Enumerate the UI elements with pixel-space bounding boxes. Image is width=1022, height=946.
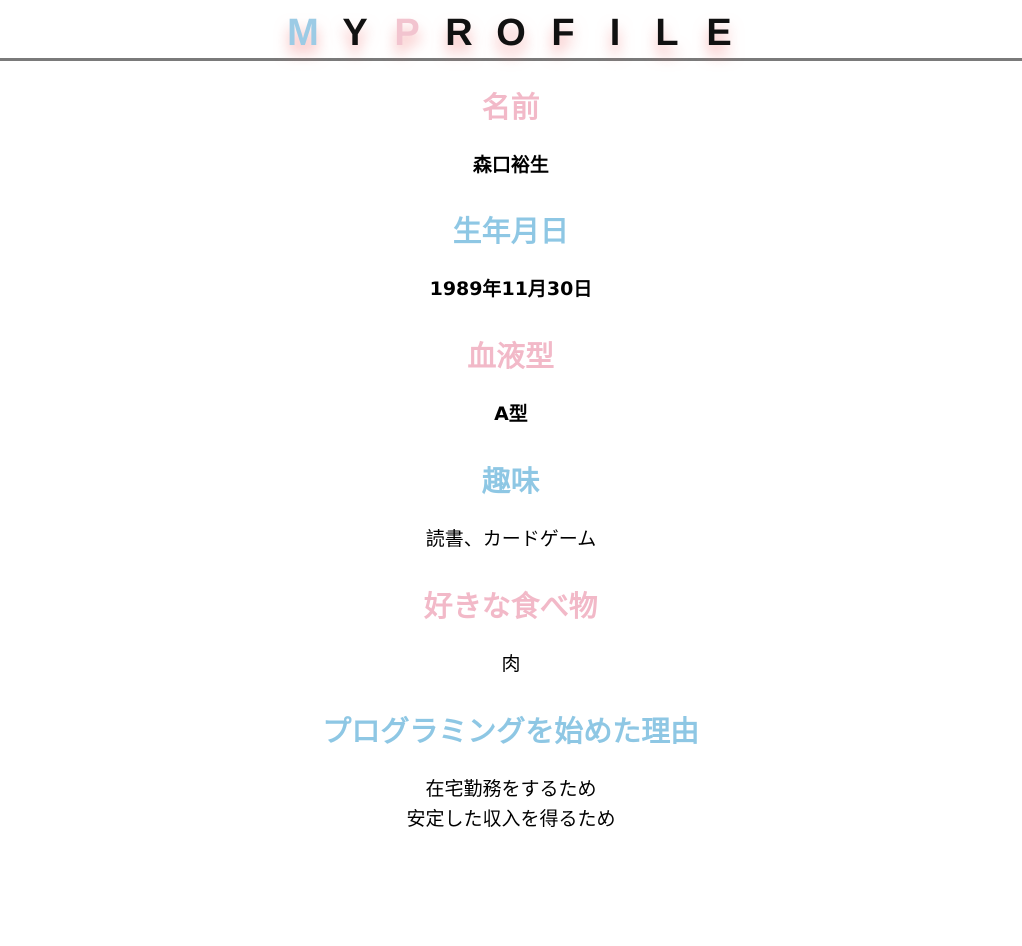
section-heading: 好きな食べ物 xyxy=(423,589,598,623)
logo-letter: Y xyxy=(342,12,368,54)
logo-letter: I xyxy=(609,12,621,54)
section-heading: 血液型 xyxy=(467,339,555,373)
logo-letter: O xyxy=(496,12,526,54)
section-heading: 生年月日 xyxy=(452,214,569,248)
section-value: 肉 xyxy=(501,653,521,675)
logo-letter: E xyxy=(706,12,732,54)
logo-letter: M xyxy=(287,12,319,54)
logo-letter: L xyxy=(655,12,679,54)
site-logo: MYPROFILE xyxy=(0,10,1022,56)
logo-letter: P xyxy=(394,12,420,54)
section-value: 森口裕生 xyxy=(472,154,549,176)
section-heading: 名前 xyxy=(481,90,540,124)
site-header: MYPROFILE xyxy=(0,0,1022,61)
section-value: 在宅勤務をするため xyxy=(425,778,597,800)
section-value: 読書、カードゲーム xyxy=(425,528,597,550)
section-value: A型 xyxy=(494,403,528,425)
section-value: 1989年11月30日 xyxy=(429,278,593,300)
logo-letter: F xyxy=(551,12,575,54)
section-heading: 趣味 xyxy=(481,464,540,498)
logo-letter: R xyxy=(445,12,473,54)
section-heading: プログラミングを始めた理由 xyxy=(322,714,700,748)
section-value: 安定した収入を得るため xyxy=(406,808,616,830)
